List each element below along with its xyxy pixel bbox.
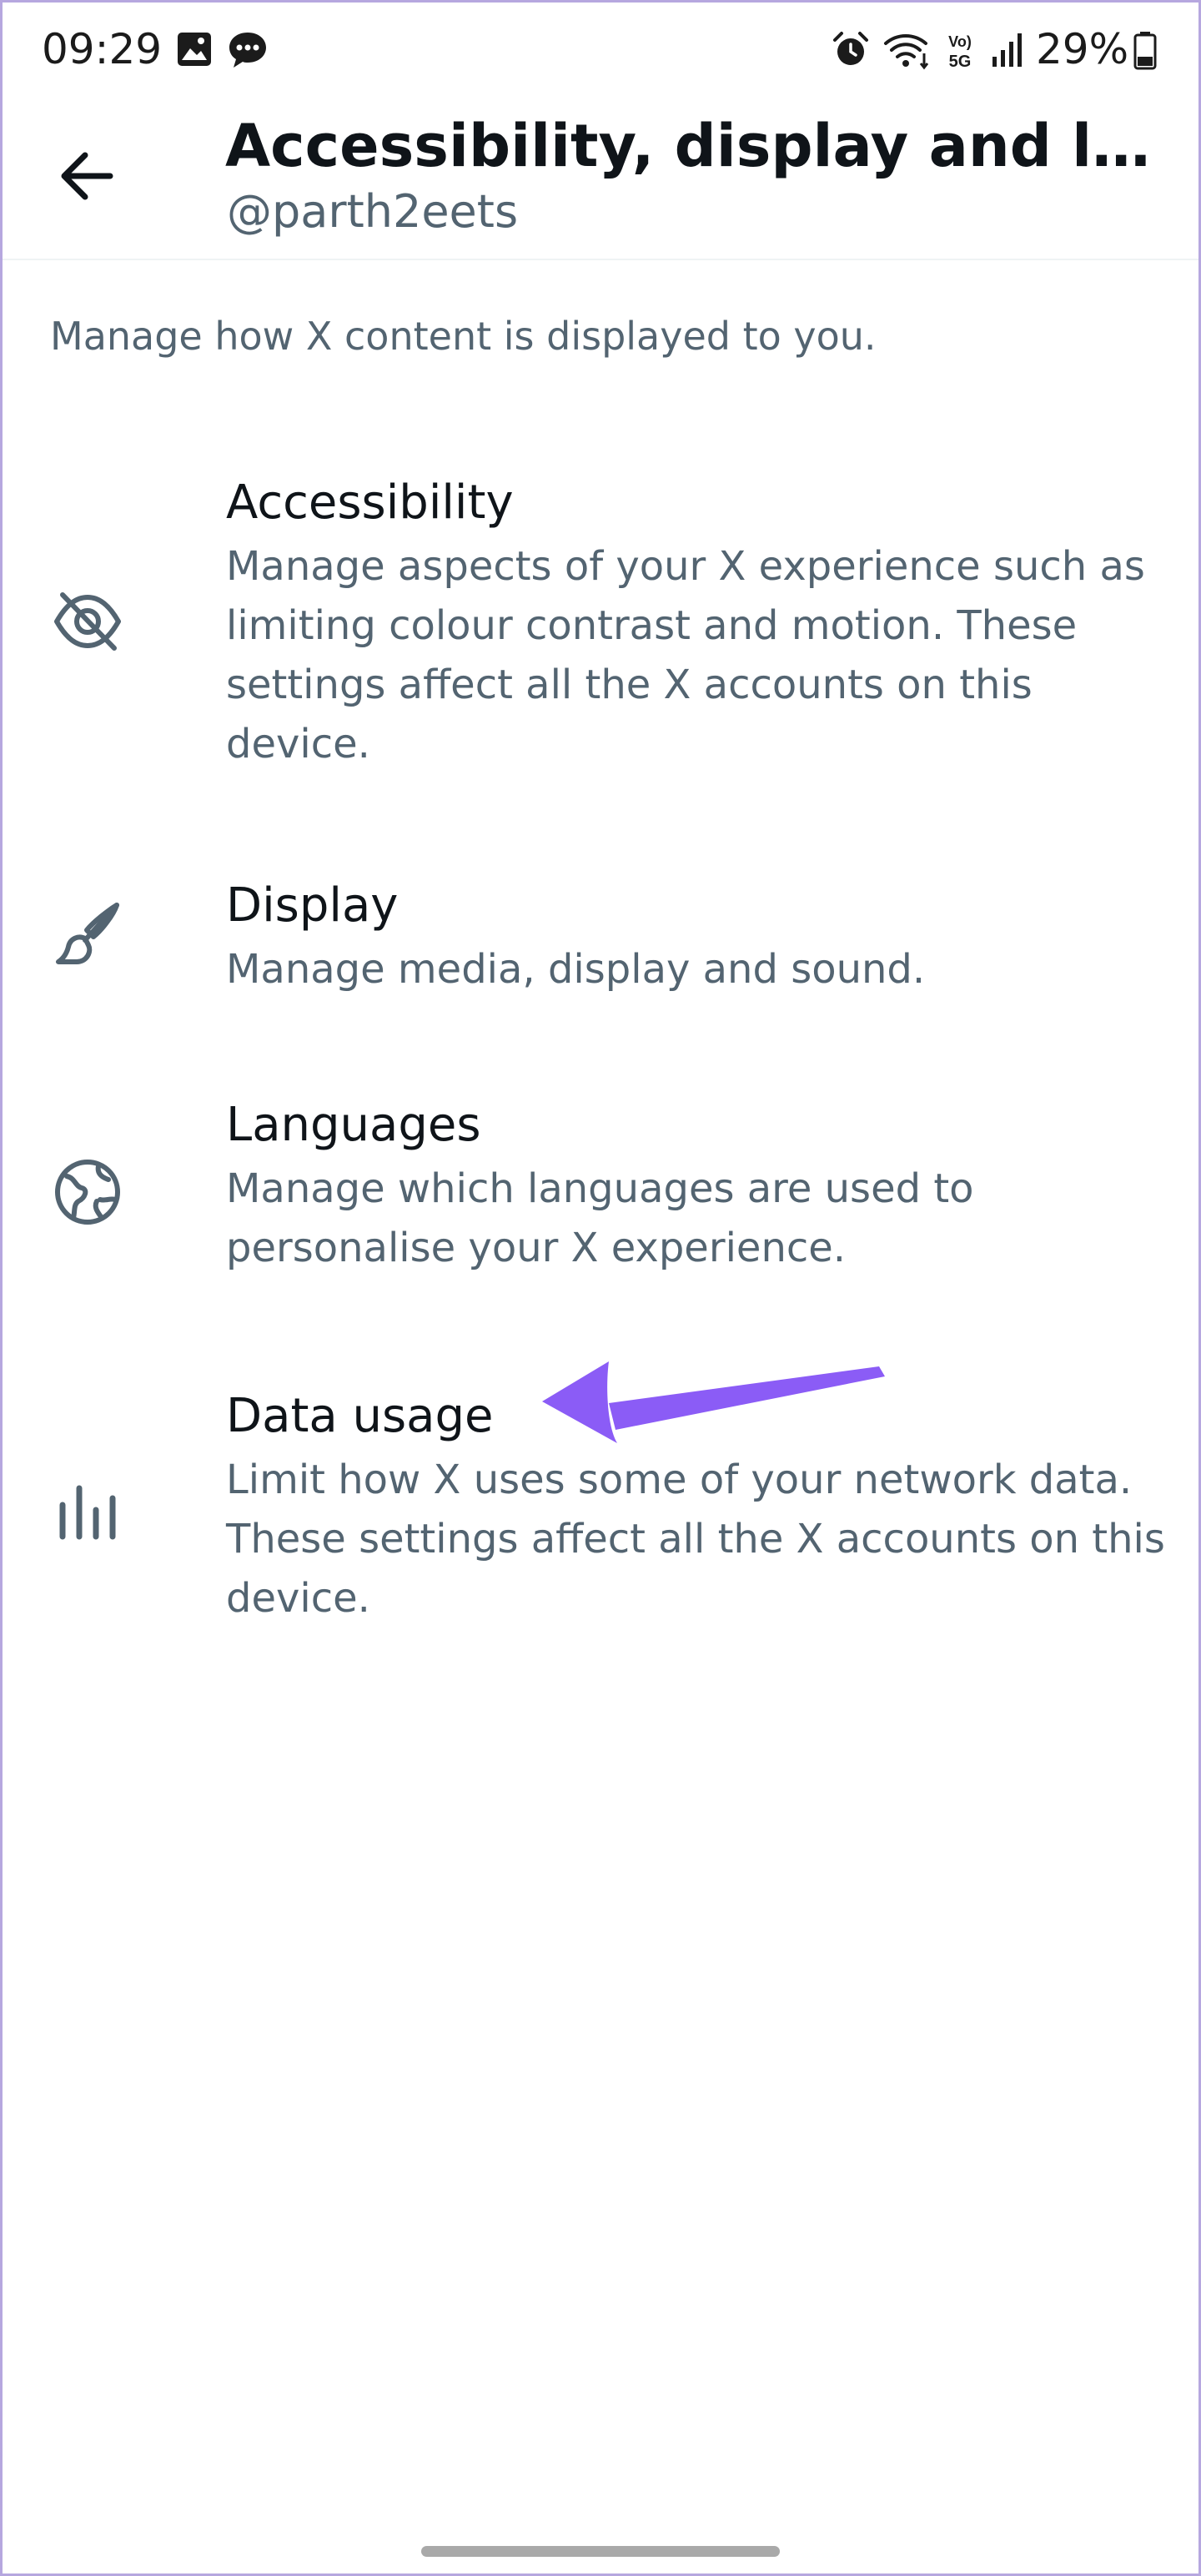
- eye-off-icon: [54, 592, 121, 651]
- svg-text:Vo): Vo): [948, 33, 972, 50]
- menu-item-accessibility[interactable]: Accessibility Manage aspects of your X e…: [0, 450, 1201, 784]
- arrow-left-icon: [61, 152, 113, 200]
- image-icon: [178, 33, 211, 66]
- header: Accessibility, display and languages @pa…: [0, 108, 1201, 260]
- chat-bubble-icon: [229, 33, 266, 68]
- back-button[interactable]: [52, 138, 127, 214]
- alarm-icon: [833, 32, 868, 65]
- menu-item-title: Data usage: [226, 1389, 494, 1443]
- menu-item-display[interactable]: Display Manage media, display and sound.: [0, 855, 1201, 1022]
- menu-item-title: Languages: [226, 1098, 481, 1152]
- menu-item-title: Accessibility: [226, 475, 514, 530]
- status-time: 09:29: [42, 25, 163, 73]
- menu-item-description: Limit how X uses some of your network da…: [226, 1457, 1165, 1622]
- menu-item-description: Manage media, display and sound.: [226, 946, 926, 993]
- menu-item-description: Manage which languages are used to perso…: [226, 1165, 974, 1271]
- menu-item-title: Display: [226, 878, 399, 933]
- wifi-icon: [884, 34, 929, 70]
- battery-percentage: 29%: [1036, 25, 1129, 73]
- bar-chart-icon: [59, 1485, 116, 1540]
- page-title: Accessibility, display and languages: [225, 112, 1176, 180]
- signal-icon: [992, 33, 1022, 67]
- globe-icon: [55, 1160, 120, 1225]
- svg-text:5G: 5G: [949, 53, 972, 71]
- home-indicator[interactable]: [421, 2546, 780, 2557]
- battery-icon: [1133, 32, 1157, 70]
- annotation-arrow: [542, 1361, 885, 1443]
- page-intro: Manage how X content is displayed to you…: [50, 314, 877, 359]
- menu-item-languages[interactable]: Languages Manage which languages are use…: [0, 1076, 1201, 1310]
- network-type-icon: Vo) 5G: [948, 33, 972, 71]
- status-bar: 09:29 Vo) 5G 29%: [0, 0, 1201, 108]
- account-handle: @parth2eets: [227, 185, 519, 238]
- paintbrush-icon: [56, 903, 119, 964]
- menu-item-description: Manage aspects of your X experience such…: [226, 543, 1145, 767]
